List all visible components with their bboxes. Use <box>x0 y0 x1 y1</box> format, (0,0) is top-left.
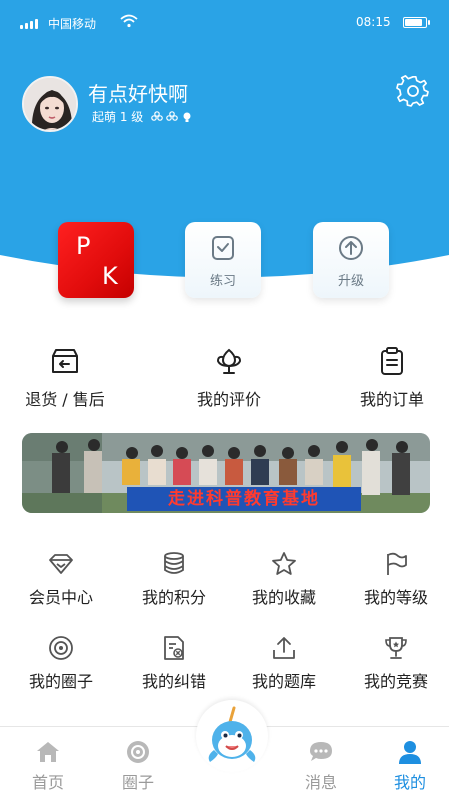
battery-icon <box>403 17 430 28</box>
tab-circle[interactable]: 圈子 <box>98 739 178 793</box>
menu-item-my-circle[interactable]: 我的圈子 <box>6 634 116 692</box>
flag-icon <box>387 552 407 575</box>
tab-label: 我的 <box>393 773 426 792</box>
promo-banner[interactable]: 走进科普教育基地 <box>22 433 430 513</box>
menu-item-label: 会员中心 <box>28 588 93 607</box>
menu-item-level[interactable]: 我的等级 <box>341 550 449 608</box>
banner-caption: 走进科普教育基地 <box>127 487 361 511</box>
practice-check-icon <box>212 236 234 260</box>
upgrade-button[interactable]: 升级 <box>313 222 389 298</box>
pk-letter-k: K <box>102 262 118 290</box>
menu-item-points[interactable]: 我的积分 <box>119 550 229 608</box>
username: 有点好快啊 <box>88 82 188 106</box>
trophy-icon <box>385 637 407 659</box>
menu-item-label: 我的题库 <box>251 672 316 691</box>
menu-item-label: 我的积分 <box>141 588 206 607</box>
return-box-icon <box>52 349 78 373</box>
diamond-icon <box>49 554 73 574</box>
carrier-name: 中国移动 <box>48 17 97 31</box>
bulb-icon <box>183 112 191 122</box>
tab-messages[interactable]: 消息 <box>281 739 361 793</box>
practice-button[interactable]: 练习 <box>185 222 261 298</box>
home-icon <box>37 742 59 762</box>
quick-action-label: 退货 / 售后 <box>25 390 105 409</box>
status-time: 08:15 <box>356 15 391 29</box>
quick-action-orders[interactable]: 我的订单 <box>337 346 447 410</box>
menu-item-competitions[interactable]: 我的竞赛 <box>341 634 449 692</box>
signal-icon <box>20 17 38 29</box>
practice-label: 练习 <box>209 274 236 289</box>
menu-item-label: 我的竞赛 <box>363 672 428 691</box>
quick-action-label: 我的评价 <box>196 390 261 409</box>
pk-letter-p: P <box>76 232 91 260</box>
level-text: 起萌 1 级 <box>92 110 144 124</box>
circle-icon <box>127 741 149 763</box>
pk-button[interactable]: P K <box>58 222 134 298</box>
circle-icon <box>49 636 73 660</box>
upgrade-label: 升级 <box>337 274 364 289</box>
chat-icon <box>310 742 332 761</box>
tab-label: 消息 <box>304 773 337 792</box>
narwhal-mascot-icon[interactable] <box>204 706 260 766</box>
menu-item-label: 我的圈子 <box>28 672 93 691</box>
user-icon <box>399 741 421 764</box>
flower-icon <box>151 110 164 121</box>
quick-action-returns[interactable]: 退货 / 售后 <box>10 346 120 410</box>
tab-mine[interactable]: 我的 <box>370 739 449 793</box>
avatar[interactable] <box>22 76 78 132</box>
error-doc-icon <box>164 636 184 660</box>
flower-icon <box>166 110 179 121</box>
clipboard-icon <box>381 347 403 375</box>
wifi-icon <box>120 14 138 28</box>
level-badges <box>151 110 193 123</box>
settings-gear-icon[interactable] <box>396 74 430 108</box>
status-bar: 中国移动 08:15 <box>0 12 449 36</box>
tulip-icon <box>216 348 242 374</box>
star-icon <box>272 552 296 575</box>
menu-item-label: 我的收藏 <box>251 588 316 607</box>
tab-label: 圈子 <box>121 773 154 792</box>
coins-icon <box>164 552 184 574</box>
menu-item-member-center[interactable]: 会员中心 <box>6 550 116 608</box>
quick-action-reviews[interactable]: 我的评价 <box>174 346 284 410</box>
user-level: 起萌 1 级 <box>92 108 193 125</box>
tab-label: 首页 <box>31 773 64 792</box>
menu-item-favorites[interactable]: 我的收藏 <box>229 550 339 608</box>
menu-item-label: 我的纠错 <box>141 672 206 691</box>
menu-item-label: 我的等级 <box>363 588 428 607</box>
menu-item-question-bank[interactable]: 我的题库 <box>229 634 339 692</box>
menu-item-corrections[interactable]: 我的纠错 <box>119 634 229 692</box>
upload-icon <box>273 637 295 659</box>
upgrade-arrow-icon <box>339 236 363 260</box>
tab-home[interactable]: 首页 <box>8 739 88 793</box>
quick-action-label: 我的订单 <box>359 390 424 409</box>
